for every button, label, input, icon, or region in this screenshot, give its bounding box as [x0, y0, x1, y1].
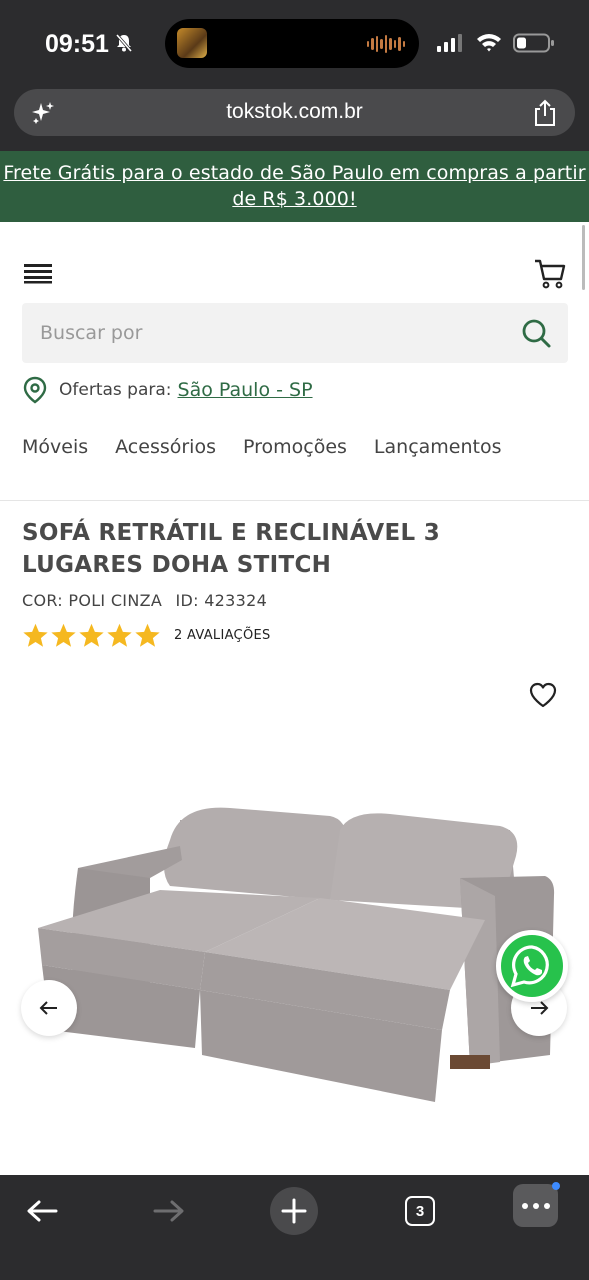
forward-arrow-icon — [153, 1200, 184, 1222]
back-arrow-icon — [27, 1200, 58, 1222]
search-input[interactable]: Buscar por — [40, 322, 142, 344]
tab-count: 3 — [405, 1196, 435, 1226]
plus-icon — [281, 1198, 307, 1224]
header-divider — [0, 500, 589, 501]
browser-chrome-top: 09:51 tokstok.com.br — [0, 0, 589, 151]
whatsapp-button[interactable] — [496, 930, 568, 1002]
star-icon — [23, 623, 48, 647]
new-tab-button[interactable] — [270, 1187, 318, 1235]
audio-waveform-icon — [366, 35, 405, 53]
cellular-signal-icon — [437, 34, 462, 52]
notification-dot — [552, 1182, 560, 1190]
arrow-left-icon — [39, 1001, 57, 1015]
tabs-button[interactable]: 3 — [396, 1187, 444, 1235]
battery-icon — [513, 33, 554, 53]
free-shipping-banner[interactable]: Frete Grátis para o estado de São Paulo … — [0, 151, 589, 222]
rating-stars[interactable] — [22, 622, 161, 649]
reviews-count[interactable]: 2 AVALIAÇÕES — [174, 628, 271, 643]
share-icon[interactable] — [533, 99, 557, 127]
more-dots-icon — [521, 1202, 550, 1209]
star-icon — [135, 623, 160, 647]
product-id: ID: 423324 — [175, 591, 268, 610]
product-title: SOFÁ RETRÁTIL E RECLINÁVEL 3 LUGARES DOH… — [22, 520, 441, 578]
status-bar: 09:51 — [0, 0, 589, 86]
dynamic-island[interactable] — [165, 19, 419, 68]
delivery-location: Ofertas para: São Paulo - SP — [22, 376, 313, 404]
star-icon — [51, 623, 76, 647]
now-playing-artwork — [177, 28, 207, 58]
location-label: Ofertas para: — [59, 380, 172, 400]
heart-icon[interactable] — [528, 681, 558, 709]
browser-toolbar: 3 — [0, 1175, 589, 1280]
status-time: 09:51 — [45, 30, 109, 58]
arrow-right-icon — [531, 1001, 549, 1015]
product-meta: COR: POLI CINZA ID: 423324 — [22, 591, 275, 610]
hamburger-menu-icon[interactable] — [24, 262, 52, 284]
search-icon[interactable] — [520, 317, 552, 349]
more-menu-button[interactable] — [513, 1184, 558, 1227]
product-image[interactable] — [30, 790, 560, 1120]
category-nav: Móveis Acessórios Promoções Lançamentos — [22, 436, 502, 458]
nav-item-lancamentos[interactable]: Lançamentos — [374, 436, 502, 458]
browser-forward-button[interactable] — [145, 1187, 193, 1235]
location-link[interactable]: São Paulo - SP — [178, 379, 313, 401]
whatsapp-icon — [510, 945, 549, 988]
cart-icon[interactable] — [533, 256, 567, 290]
search-field[interactable]: Buscar por — [22, 303, 568, 363]
location-pin-icon — [23, 376, 47, 404]
scrollbar[interactable] — [582, 225, 585, 290]
nav-item-moveis[interactable]: Móveis — [22, 436, 88, 458]
browser-back-button[interactable] — [18, 1187, 66, 1235]
star-icon — [107, 623, 132, 647]
nav-item-promocoes[interactable]: Promoções — [243, 436, 347, 458]
bell-off-icon — [115, 34, 133, 52]
nav-item-acessorios[interactable]: Acessórios — [115, 436, 216, 458]
carousel-prev-button[interactable] — [21, 980, 77, 1036]
wifi-icon — [477, 34, 501, 52]
url-text[interactable]: tokstok.com.br — [14, 100, 575, 124]
address-bar[interactable]: tokstok.com.br — [14, 89, 575, 136]
product-color: COR: POLI CINZA — [22, 591, 163, 610]
star-icon — [79, 623, 104, 647]
